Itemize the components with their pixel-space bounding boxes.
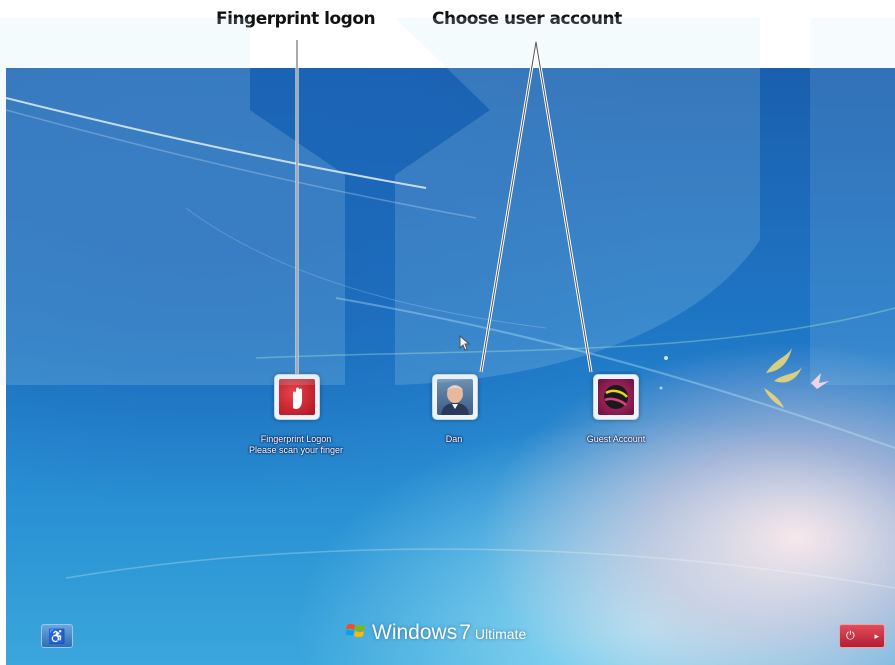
- user-tile-guest[interactable]: [593, 374, 639, 420]
- brand-name: Windows: [372, 621, 458, 644]
- choose-user-account-annotation: Choose user account: [432, 9, 622, 29]
- user-tile-dan[interactable]: [432, 374, 478, 420]
- user-dan-label: Dan: [374, 434, 534, 445]
- fingerprint-logon-hint: Please scan your finger: [248, 445, 344, 455]
- user-dan-name: Dan: [445, 434, 463, 444]
- fingerprint-logon-label: Fingerprint Logon Please scan your finge…: [216, 434, 376, 456]
- windows-branding: Windows7 Ultimate: [346, 621, 526, 645]
- fingerprint-hand-icon: [293, 387, 302, 409]
- annotation-band: Fingerprint logon Choose user account: [0, 0, 895, 68]
- ease-of-access-icon: ♿: [48, 628, 66, 644]
- user-photo-icon: [441, 385, 469, 415]
- windows-flag-icon: [346, 623, 365, 638]
- shutdown-button[interactable]: ⏻ ▸: [839, 624, 885, 648]
- fingerprint-logon-name: Fingerprint Logon: [260, 434, 332, 444]
- mouse-pointer-icon: [459, 335, 471, 351]
- brand-version: 7: [459, 621, 471, 644]
- login-screen: Fingerprint Logon Please scan your finge…: [6, 68, 895, 665]
- ease-of-access-button[interactable]: ♿: [41, 624, 73, 648]
- fingerprint-logon-tile[interactable]: [274, 374, 320, 420]
- user-guest-name: Guest Account: [586, 434, 646, 444]
- fingerprint-logon-annotation: Fingerprint logon: [216, 9, 376, 29]
- user-ball-icon: [604, 385, 628, 409]
- background-swooshes: [6, 97, 895, 589]
- shutdown-options-arrow-icon[interactable]: ▸: [874, 625, 879, 647]
- user-guest-label: Guest Account: [536, 434, 696, 445]
- brand-edition: Ultimate: [474, 626, 527, 642]
- shutdown-icon: ⏻: [846, 630, 855, 642]
